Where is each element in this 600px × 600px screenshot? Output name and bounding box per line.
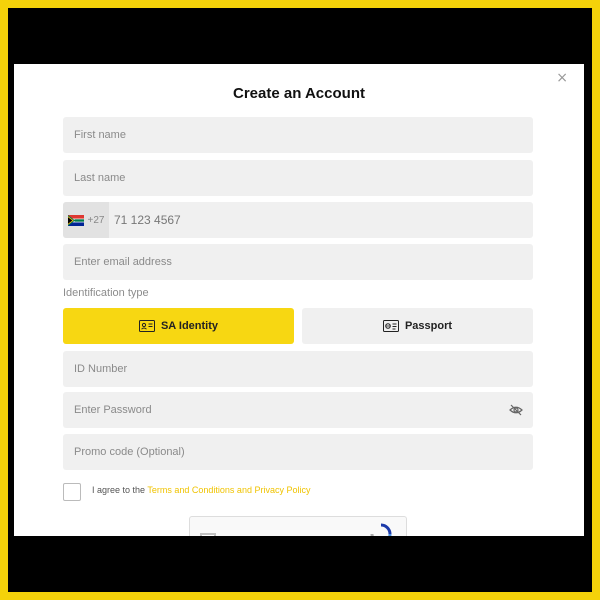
terms-link[interactable]: Terms and Conditions and Privacy Policy (147, 485, 310, 495)
passport-button[interactable]: Passport (302, 308, 533, 344)
terms-checkbox[interactable] (63, 483, 81, 501)
country-code-selector[interactable]: +27 (63, 202, 109, 238)
passport-icon (382, 320, 399, 332)
phone-field[interactable]: +27 71 123 4567 (63, 202, 533, 238)
phone-number-input[interactable]: 71 123 4567 (109, 213, 181, 227)
recaptcha-widget[interactable] (189, 516, 407, 536)
email-field[interactable]: Enter email address (63, 244, 533, 280)
dial-code: +27 (87, 214, 105, 226)
create-account-modal: × Create an Account First name Last name… (14, 64, 584, 536)
sa-identity-label: SA Identity (160, 320, 219, 332)
id-card-icon (138, 320, 155, 332)
terms-prefix: I agree to the (92, 485, 146, 495)
password-field[interactable]: Enter Password (63, 392, 533, 428)
eye-off-icon[interactable] (509, 403, 523, 417)
close-icon[interactable]: × (556, 70, 568, 86)
modal-title: Create an Account (233, 85, 365, 102)
promo-code-field[interactable]: Promo code (Optional) (63, 434, 533, 470)
id-number-field[interactable]: ID Number (63, 351, 533, 387)
south-africa-flag-icon (67, 214, 84, 226)
identification-type-label: Identification type (63, 287, 149, 299)
password-placeholder: Enter Password (74, 404, 152, 416)
first-name-field[interactable]: First name (63, 117, 533, 153)
passport-label: Passport (404, 320, 453, 332)
sa-identity-button[interactable]: SA Identity (63, 308, 294, 344)
terms-text: I agree to the Terms and Conditions and … (92, 485, 310, 495)
recaptcha-checkbox[interactable] (200, 533, 216, 536)
recaptcha-icon (370, 523, 392, 536)
last-name-field[interactable]: Last name (63, 160, 533, 196)
